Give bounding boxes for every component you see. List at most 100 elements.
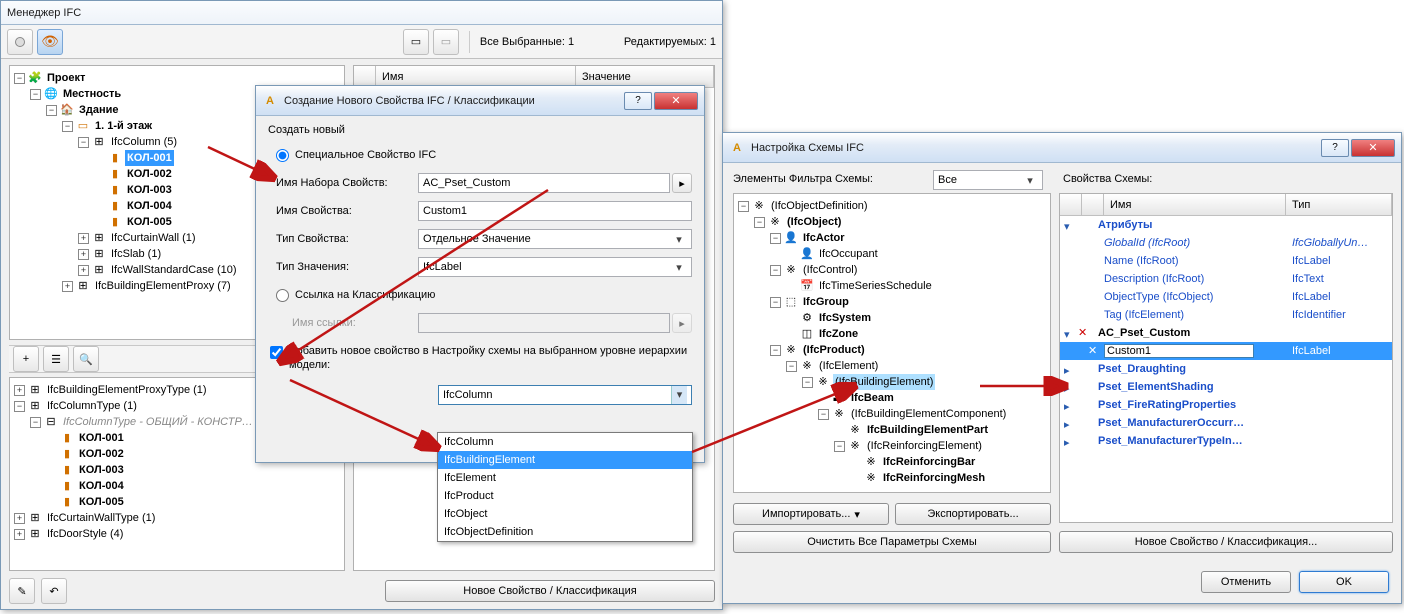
node-objdef[interactable]: (IfcObjectDefinition) — [769, 198, 870, 214]
delete-icon[interactable]: ✕ — [1078, 326, 1092, 339]
node-ifcbuildingelement[interactable]: (IfcBuildingElement) — [833, 374, 935, 390]
curtainwalltype-node[interactable]: IfcCurtainWallType (1) — [45, 510, 157, 526]
attr-name[interactable]: ObjectType (IfcObject) — [1104, 291, 1292, 303]
dropdown-option-ifcobjectdefinition[interactable]: IfcObjectDefinition — [438, 523, 692, 541]
col-003[interactable]: КОЛ-003 — [125, 182, 174, 198]
node-ifcsystem[interactable]: IfcSystem — [817, 310, 873, 326]
col-value[interactable]: Значение — [576, 66, 714, 87]
edit-button[interactable]: ✎ — [9, 578, 35, 604]
storey-node[interactable]: 1. 1-й этаж — [93, 118, 154, 134]
delete-icon[interactable]: ✕ — [1088, 344, 1102, 357]
expand-icon[interactable]: + — [14, 529, 25, 540]
proxytype-node[interactable]: IfcBuildingElementProxyType (1) — [45, 382, 209, 398]
t2-col-003[interactable]: КОЛ-003 — [77, 462, 126, 478]
expand-icon[interactable]: − — [834, 441, 845, 452]
node-ifctimeseries[interactable]: IfcTimeSeriesSchedule — [817, 278, 934, 294]
col-name[interactable]: Имя — [1104, 194, 1286, 215]
import-button[interactable]: Импортировать... ▾ — [733, 503, 889, 525]
col-004[interactable]: КОЛ-004 — [125, 198, 174, 214]
expand-icon[interactable]: + — [62, 281, 73, 292]
scheme-tree[interactable]: −※(IfcObjectDefinition) −※(IfcObject) −👤… — [734, 194, 1050, 490]
custom-property-radio[interactable] — [276, 149, 289, 162]
expand-icon[interactable]: − — [818, 409, 829, 420]
dropdown-option-ifcelement[interactable]: IfcElement — [438, 469, 692, 487]
pset-header[interactable]: Pset_ManufacturerTypeIn… — [1078, 435, 1392, 447]
t2-col-001[interactable]: КОЛ-001 — [77, 430, 126, 446]
col-name[interactable]: Имя — [376, 66, 576, 87]
collapse-icon[interactable]: ▾ — [1064, 220, 1074, 230]
attr-name[interactable]: Tag (IfcElement) — [1104, 309, 1292, 321]
locality-node[interactable]: Местность — [61, 86, 123, 102]
toolbar-select-button[interactable]: ▭ — [403, 29, 429, 55]
expand-icon[interactable]: − — [14, 401, 25, 412]
expand-icon[interactable]: ▸ — [1064, 418, 1074, 428]
t2-col-004[interactable]: КОЛ-004 — [77, 478, 126, 494]
node-ifczone[interactable]: IfcZone — [817, 326, 860, 342]
ok-button[interactable]: OK — [1299, 571, 1389, 593]
node-ifcbeam[interactable]: IfcBeam — [849, 390, 896, 406]
hierarchy-level-dropdown[interactable]: IfcColumn IfcBuildingElement IfcElement … — [437, 432, 693, 542]
expand-icon[interactable]: ▸ — [1064, 436, 1074, 446]
search-button[interactable]: 🔍 — [73, 346, 99, 372]
add-assignment-button[interactable]: + — [13, 346, 39, 372]
coltype-node[interactable]: IfcColumnType (1) — [45, 398, 139, 414]
help-button[interactable]: ? — [1321, 139, 1349, 157]
expand-icon[interactable]: − — [78, 137, 89, 148]
expand-icon[interactable]: ▸ — [1064, 382, 1074, 392]
expand-icon[interactable]: − — [770, 297, 781, 308]
expand-icon[interactable]: + — [14, 513, 25, 524]
dropdown-option-ifcobject[interactable]: IfcObject — [438, 505, 692, 523]
expand-icon[interactable]: − — [802, 377, 813, 388]
attr-name[interactable]: GlobalId (IfcRoot) — [1104, 237, 1292, 249]
node-ifcproduct[interactable]: (IfcProduct) — [801, 342, 867, 358]
expand-icon[interactable]: − — [14, 73, 25, 84]
prop-type-select[interactable]: Отдельное Значение▾ — [418, 229, 692, 249]
filter-select[interactable]: Все▾ — [933, 170, 1043, 190]
new-property-button[interactable]: Новое Свойство / Классификация — [385, 580, 715, 602]
expand-icon[interactable]: + — [78, 233, 89, 244]
col-001[interactable]: КОЛ-001 — [125, 150, 174, 166]
ifccolumn-group[interactable]: IfcColumn (5) — [109, 134, 179, 150]
node-ifcbuildelpart[interactable]: IfcBuildingElementPart — [865, 422, 990, 438]
pset-custom-header[interactable]: AC_Pset_Custom — [1092, 327, 1392, 339]
col-005[interactable]: КОЛ-005 — [125, 214, 174, 230]
dropdown-option-ifcproduct[interactable]: IfcProduct — [438, 487, 692, 505]
dropdown-option-ifccolumn[interactable]: IfcColumn — [438, 433, 692, 451]
node-ifcactor[interactable]: IfcActor — [801, 230, 847, 246]
proxy-group[interactable]: IfcBuildingElementProxy (7) — [93, 278, 233, 294]
attrs-header[interactable]: Атрибуты — [1078, 219, 1392, 231]
toolbar-record-button[interactable] — [7, 29, 33, 55]
doorstyle-node[interactable]: IfcDoorStyle (4) — [45, 526, 125, 542]
close-button[interactable]: ✕ — [654, 92, 698, 110]
pset-header[interactable]: Pset_Draughting — [1078, 363, 1392, 375]
expand-icon[interactable]: + — [78, 249, 89, 260]
new-property-classification-button[interactable]: Новое Свойство / Классификация... — [1059, 531, 1393, 553]
custom1-prop[interactable]: Custom1 — [1102, 344, 1292, 358]
dropdown-option-ifcbuildingelement[interactable]: IfcBuildingElement — [438, 451, 692, 469]
node-ifcreinfel[interactable]: (IfcReinforcingElement) — [865, 438, 984, 454]
pset-header[interactable]: Pset_FireRatingProperties — [1078, 399, 1392, 411]
curtainwall-group[interactable]: IfcCurtainWall (1) — [109, 230, 198, 246]
expand-icon[interactable]: − — [62, 121, 73, 132]
help-button[interactable]: ? — [624, 92, 652, 110]
node-ifccontrol[interactable]: (IfcControl) — [801, 262, 859, 278]
expand-icon[interactable]: + — [78, 265, 89, 276]
col-002[interactable]: КОЛ-002 — [125, 166, 174, 182]
toolbar-eye-button[interactable]: 👁 — [37, 29, 63, 55]
close-button[interactable]: ✕ — [1351, 139, 1395, 157]
hierarchy-level-select[interactable]: IfcColumn▾ — [438, 385, 692, 405]
coltype-child-node[interactable]: IfcColumnType - ОБЩИЙ - КОНСТР… — [61, 414, 255, 430]
expand-icon[interactable]: ▸ — [1064, 364, 1074, 374]
collapse-icon[interactable]: ▾ — [1064, 328, 1074, 338]
building-node[interactable]: Здание — [77, 102, 121, 118]
col-type[interactable]: Тип — [1286, 194, 1392, 215]
expand-icon[interactable]: − — [754, 217, 765, 228]
expand-icon[interactable]: ▸ — [1064, 400, 1074, 410]
undo-button[interactable]: ↶ — [41, 578, 67, 604]
clear-scheme-button[interactable]: Очистить Все Параметры Схемы — [733, 531, 1051, 553]
wall-group[interactable]: IfcWallStandardCase (10) — [109, 262, 239, 278]
toolbar-deselect-button[interactable]: ▭ — [433, 29, 459, 55]
export-button[interactable]: Экспортировать... — [895, 503, 1051, 525]
expand-icon[interactable]: − — [770, 233, 781, 244]
expand-icon[interactable]: − — [770, 265, 781, 276]
